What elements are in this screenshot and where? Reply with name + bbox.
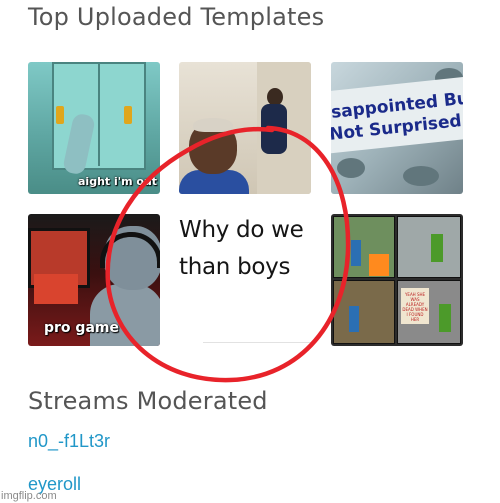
door-handle-right <box>124 106 132 124</box>
gamer-body <box>90 284 160 346</box>
comic-panel <box>333 280 395 344</box>
sign-text: YEAH SHE WAS ALREADY DEAD WHEN I FOUND H… <box>402 292 428 322</box>
template-caption: aight i'm out <box>78 175 158 188</box>
watermark: imgflip.com <box>1 490 57 502</box>
template-caption: pro game <box>44 320 119 336</box>
template-thumbnail-man-looking-back[interactable] <box>179 62 311 194</box>
kid-figure <box>261 104 287 154</box>
alex-figure <box>431 234 443 262</box>
divider <box>203 342 311 343</box>
template-thumbnail-why-do-we[interactable]: Why do we than boys <box>179 214 311 346</box>
rock-shape <box>403 166 439 186</box>
door-handle-left <box>56 106 64 124</box>
template-caption-line-1: Why do we <box>179 217 304 243</box>
monitor-glow <box>34 274 78 304</box>
rock-shape <box>337 158 365 178</box>
stream-link[interactable]: n0_-f1Lt3r <box>28 431 110 452</box>
lava-block <box>369 254 389 276</box>
template-caption-line-2: than boys <box>179 254 291 280</box>
template-thumbnail-disappointed[interactable]: isappointed Bu Not Surprised <box>331 62 463 194</box>
template-thumbnail-minecraft-comic[interactable]: YEAH SHE WAS ALREADY DEAD WHEN I FOUND H… <box>331 214 463 346</box>
steve-figure <box>351 240 361 266</box>
man-hair <box>193 118 233 132</box>
door-divider <box>98 62 100 166</box>
streams-moderated-heading: Streams Moderated <box>28 387 268 415</box>
steve-figure <box>349 306 359 332</box>
comic-panel <box>397 216 461 278</box>
template-thumbnail-pro-gamer[interactable]: pro game <box>28 214 160 346</box>
top-uploaded-templates-heading: Top Uploaded Templates <box>28 3 325 31</box>
template-thumbnail-aight-im-out[interactable]: aight i'm out <box>28 62 160 194</box>
alex-figure <box>439 304 451 332</box>
